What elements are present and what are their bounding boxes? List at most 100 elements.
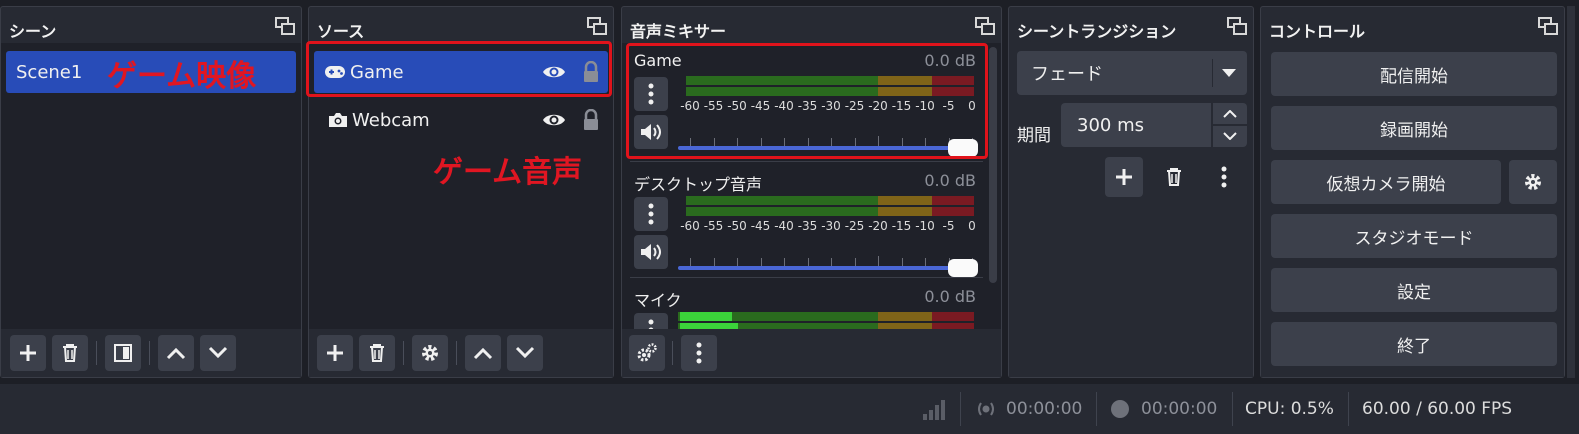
- meter-scale-label: -45: [750, 219, 771, 233]
- annotation-game-video: ゲーム映像: [107, 59, 257, 94]
- undock-icon[interactable]: [587, 17, 607, 35]
- meter-scale-label: -10: [915, 219, 935, 233]
- mixer-channel-desktop-audio: デスクトップ音声 0.0 dB -60 -55 -50 -45 -40 -35 -30 -25…: [630, 161, 986, 279]
- channel-name: デスクトップ音声: [634, 175, 763, 194]
- channel-db: 0.0 dB: [924, 171, 976, 190]
- lock-icon[interactable]: [582, 109, 600, 131]
- mixer-toolbar: [622, 329, 1001, 377]
- chevron-down-icon: [208, 346, 228, 359]
- undock-icon[interactable]: [975, 17, 995, 35]
- controls-title: コントロール: [1269, 22, 1366, 41]
- add-scene-button[interactable]: [10, 335, 46, 371]
- gears-icon: [637, 343, 657, 362]
- plus-icon: [327, 345, 343, 361]
- divider: [672, 341, 673, 365]
- sources-title: ソース: [317, 22, 365, 41]
- source-item-webcam[interactable]: Webcam: [314, 99, 608, 141]
- audio-mixer-dock: 音声ミキサー Game 0.0 dB -60 -55 -50 -45 -40 -35 -30…: [621, 6, 1002, 378]
- meter-scale-label: -40: [774, 219, 794, 233]
- add-transition-button[interactable]: [1105, 157, 1143, 197]
- remove-transition-button[interactable]: [1155, 157, 1193, 197]
- recording-icon: [1111, 400, 1129, 418]
- meter-scale-label: 0: [968, 219, 976, 233]
- transitions-title: シーントランジション: [1017, 22, 1177, 41]
- fps-counter: 60.00 / 60.00 FPS: [1362, 399, 1513, 419]
- gear-icon: [1525, 174, 1541, 190]
- divider: [96, 341, 97, 365]
- controls-scrollbar[interactable]: [1567, 6, 1575, 378]
- undock-icon[interactable]: [1538, 17, 1558, 35]
- eye-icon[interactable]: [542, 112, 566, 128]
- move-scene-down-button[interactable]: [200, 335, 236, 371]
- scene-transitions-dock: シーントランジション フェード 期間 300 ms: [1008, 6, 1254, 378]
- move-source-up-button[interactable]: [465, 335, 501, 371]
- start-streaming-button[interactable]: 配信開始: [1271, 52, 1557, 96]
- exit-button[interactable]: 終了: [1271, 322, 1557, 366]
- meter-scale-label: -55: [703, 219, 724, 233]
- status-bar: 00:00:00 00:00:00 CPU: 0.5% 60.00 / 60.0…: [0, 384, 1579, 434]
- meter-scale-label: -25: [844, 219, 865, 233]
- settings-button[interactable]: 設定: [1271, 268, 1557, 312]
- kebab-menu-icon: [648, 319, 654, 329]
- sources-toolbar: [309, 329, 613, 377]
- plus-icon: [20, 345, 36, 361]
- slider-handle[interactable]: [948, 259, 978, 277]
- channel-menu-button[interactable]: [634, 313, 668, 329]
- studio-mode-button[interactable]: スタジオモード: [1271, 214, 1557, 258]
- trash-icon: [370, 344, 384, 362]
- meter-scale-label: -15: [891, 219, 912, 233]
- chevron-up-icon: [473, 347, 493, 360]
- spin-up-icon[interactable]: [1223, 110, 1237, 118]
- channel-mute-button[interactable]: [634, 235, 668, 269]
- virtual-camera-settings-button[interactable]: [1509, 160, 1557, 204]
- start-recording-button[interactable]: 録画開始: [1271, 106, 1557, 150]
- highlight-game-source: [306, 41, 612, 97]
- volume-meter: [686, 196, 974, 216]
- undock-icon[interactable]: [1227, 17, 1247, 35]
- volume-meter: [678, 312, 974, 329]
- mixer-menu-button[interactable]: [681, 335, 717, 371]
- kebab-menu-icon: [696, 342, 702, 364]
- source-properties-button[interactable]: [412, 335, 448, 371]
- meter-scale-label: -50: [727, 219, 747, 233]
- add-source-button[interactable]: [317, 335, 353, 371]
- channel-menu-button[interactable]: [634, 197, 668, 231]
- meter-scale-label: -5: [942, 219, 955, 233]
- volume-slider[interactable]: [678, 256, 978, 278]
- undock-icon[interactable]: [275, 17, 295, 35]
- transition-select[interactable]: フェード: [1017, 51, 1247, 95]
- annotation-game-audio: ゲーム音声: [433, 155, 583, 190]
- mixer-title: 音声ミキサー: [630, 22, 727, 41]
- sources-dock: ソース Game Webcam ゲーム音声: [306, 6, 614, 378]
- scenes-title: シーン: [9, 22, 57, 41]
- spin-down-icon[interactable]: [1223, 132, 1237, 140]
- mixer-scrollbar[interactable]: [989, 47, 997, 283]
- highlight-game-channel: [626, 43, 988, 159]
- meter-scale: -60 -55 -50 -45 -40 -35 -30 -25 -20 -15 -10 -5 0: [680, 219, 980, 235]
- divider: [149, 341, 150, 365]
- kebab-menu-icon: [1221, 166, 1227, 188]
- scene-filters-button[interactable]: [105, 335, 141, 371]
- remove-source-button[interactable]: [359, 335, 395, 371]
- chevron-up-icon: [166, 347, 186, 360]
- advanced-audio-properties-button[interactable]: [629, 335, 665, 371]
- camera-icon: [329, 113, 347, 127]
- duration-input[interactable]: 300 ms: [1061, 103, 1247, 147]
- start-virtual-camera-button[interactable]: 仮想カメラ開始: [1271, 160, 1501, 204]
- move-source-down-button[interactable]: [507, 335, 543, 371]
- gear-icon: [422, 345, 438, 361]
- move-scene-up-button[interactable]: [158, 335, 194, 371]
- plus-icon: [1116, 169, 1132, 185]
- remove-scene-button[interactable]: [52, 335, 88, 371]
- transition-menu-button[interactable]: [1205, 157, 1243, 197]
- speaker-icon: [641, 244, 661, 260]
- chevron-down-icon: [515, 346, 535, 359]
- channel-db: 0.0 dB: [924, 287, 976, 306]
- controls-dock: コントロール 配信開始 録画開始 仮想カメラ開始 スタジオモード 設定 終了: [1260, 6, 1565, 378]
- meter-scale-label: -30: [821, 219, 841, 233]
- scene-item-label: Scene1: [16, 61, 83, 83]
- controls-body: 配信開始 録画開始 仮想カメラ開始 スタジオモード 設定 終了: [1261, 43, 1564, 377]
- channel-name: マイク: [634, 291, 682, 310]
- divider: [456, 341, 457, 365]
- record-timer: 00:00:00: [1141, 399, 1218, 419]
